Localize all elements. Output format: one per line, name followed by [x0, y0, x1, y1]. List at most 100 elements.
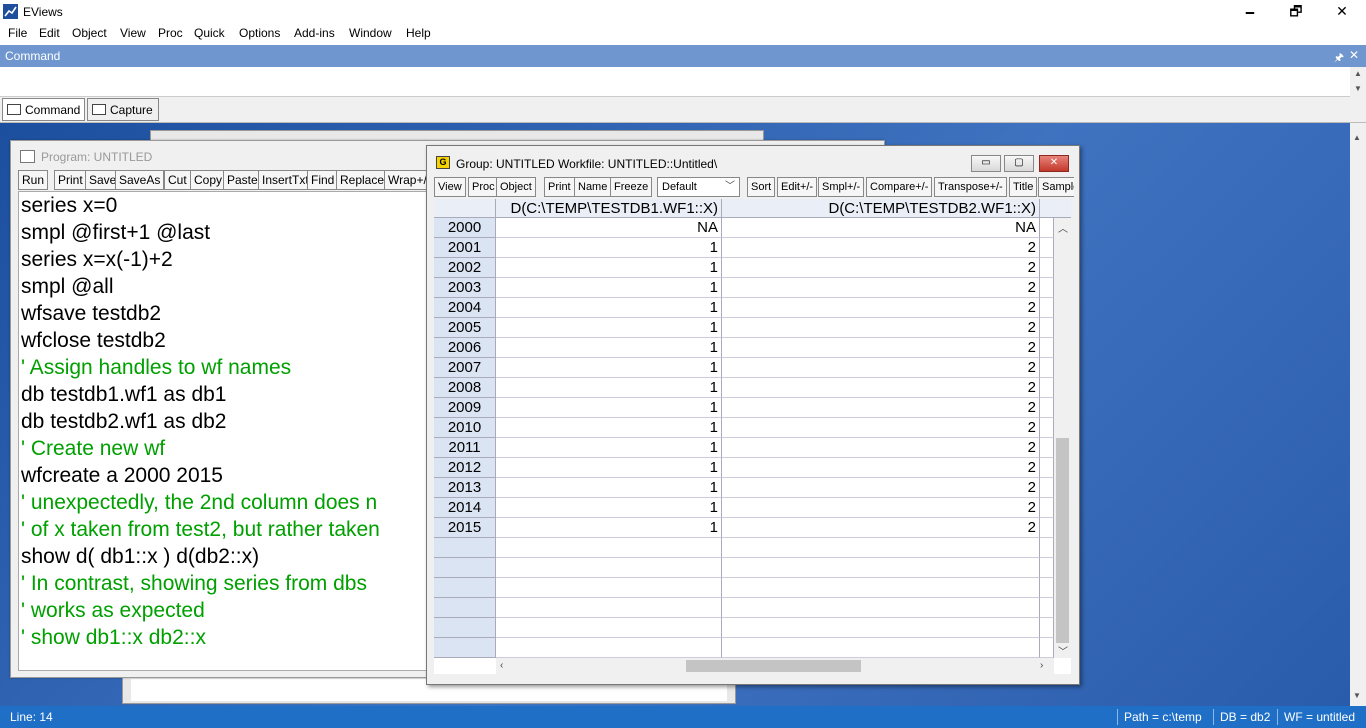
grid-cell[interactable]: 1 — [496, 238, 722, 258]
row-header[interactable]: 2012 — [434, 458, 496, 478]
row-header[interactable]: 2000 — [434, 218, 496, 238]
grid-horizontal-thumb[interactable] — [686, 660, 861, 672]
row-header[interactable]: 2010 — [434, 418, 496, 438]
sort-button[interactable]: Sort — [747, 177, 776, 197]
menu-options[interactable]: Options — [239, 26, 280, 40]
menu-object[interactable]: Object — [72, 26, 107, 40]
row-header[interactable]: 2003 — [434, 278, 496, 298]
grid-cell[interactable]: 2 — [722, 258, 1040, 278]
scroll-left-icon[interactable]: ‹ — [500, 660, 503, 671]
grid-cell[interactable]: 2 — [722, 318, 1040, 338]
grid-cell[interactable] — [1040, 598, 1054, 618]
grid-cell[interactable] — [722, 618, 1040, 638]
group-minimize-button[interactable]: ▭ — [971, 155, 1001, 172]
grid-cell[interactable] — [722, 538, 1040, 558]
row-header[interactable]: 2004 — [434, 298, 496, 318]
grid-cell[interactable]: 2 — [722, 298, 1040, 318]
row-header[interactable]: 2001 — [434, 238, 496, 258]
grid-cell[interactable] — [1040, 438, 1054, 458]
command-close-icon[interactable]: ✕ — [1349, 48, 1359, 62]
grid-cell[interactable] — [722, 638, 1040, 658]
name-button[interactable]: Name — [574, 177, 612, 197]
grid-cell[interactable] — [1040, 318, 1054, 338]
smpl-toggle-button[interactable]: Smpl+/- — [818, 177, 865, 197]
grid-cell[interactable]: 1 — [496, 398, 722, 418]
group-spreadsheet[interactable]: D(C:\TEMP\TESTDB1.WF1::X) D(C:\TEMP\TEST… — [434, 199, 1071, 674]
grid-cell[interactable] — [1040, 418, 1054, 438]
print-button[interactable]: Print — [54, 170, 87, 190]
grid-vertical-thumb[interactable] — [1056, 438, 1069, 643]
copy-button[interactable]: Copy — [190, 170, 227, 190]
menu-file[interactable]: File — [8, 26, 27, 40]
menu-add-ins[interactable]: Add-ins — [294, 26, 335, 40]
grid-cell[interactable] — [722, 598, 1040, 618]
grid-cell[interactable]: 2 — [722, 458, 1040, 478]
cut-button[interactable]: Cut — [164, 170, 191, 190]
display-format-select[interactable]: Default ﹀ — [657, 177, 740, 197]
grid-cell[interactable]: 1 — [496, 378, 722, 398]
row-header[interactable]: 2015 — [434, 518, 496, 538]
compare-toggle-button[interactable]: Compare+/- — [866, 177, 933, 197]
scroll-up-icon[interactable]: ▲ — [1350, 69, 1366, 78]
grid-cell[interactable] — [496, 558, 722, 578]
row-header[interactable]: 2007 — [434, 358, 496, 378]
row-header[interactable]: 2006 — [434, 338, 496, 358]
grid-cell[interactable]: 1 — [496, 258, 722, 278]
row-header[interactable]: 2005 — [434, 318, 496, 338]
grid-cell[interactable]: 2 — [722, 498, 1040, 518]
grid-cell[interactable]: 2 — [722, 438, 1040, 458]
scroll-down-icon[interactable]: ▼ — [1353, 691, 1361, 700]
command-scrollbar[interactable]: ▲ ▼ — [1350, 67, 1366, 97]
grid-cell[interactable]: 1 — [496, 298, 722, 318]
grid-cell[interactable]: 2 — [722, 418, 1040, 438]
restore-button[interactable]: 🗗 — [1273, 0, 1319, 23]
grid-cell[interactable]: 1 — [496, 478, 722, 498]
grid-cell[interactable] — [1040, 338, 1054, 358]
grid-cell[interactable]: 1 — [496, 278, 722, 298]
grid-cell[interactable]: 2 — [722, 238, 1040, 258]
scroll-up-icon[interactable]: ▲ — [1353, 133, 1361, 142]
print-button[interactable]: Print — [544, 177, 575, 197]
column-header-2[interactable]: D(C:\TEMP\TESTDB2.WF1::X) — [722, 199, 1040, 218]
grid-cell[interactable]: NA — [496, 218, 722, 238]
grid-cell[interactable]: 1 — [496, 438, 722, 458]
menu-view[interactable]: View — [120, 26, 146, 40]
row-header[interactable]: 2013 — [434, 478, 496, 498]
group-window[interactable]: G Group: UNTITLED Workfile: UNTITLED::Un… — [426, 145, 1080, 685]
grid-cell[interactable] — [1040, 398, 1054, 418]
menu-quick[interactable]: Quick — [194, 26, 225, 40]
view-button[interactable]: View — [434, 177, 466, 197]
grid-cell[interactable]: 2 — [722, 358, 1040, 378]
transpose-toggle-button[interactable]: Transpose+/- — [934, 177, 1007, 197]
grid-cell[interactable]: 1 — [496, 338, 722, 358]
grid-cell[interactable]: 1 — [496, 318, 722, 338]
tab-command[interactable]: Command — [2, 98, 85, 121]
row-header[interactable] — [434, 578, 496, 598]
grid-cell[interactable] — [1040, 558, 1054, 578]
run-button[interactable]: Run — [18, 170, 49, 190]
grid-cell[interactable] — [1040, 638, 1054, 658]
grid-cell[interactable]: 2 — [722, 518, 1040, 538]
grid-cell[interactable]: 1 — [496, 458, 722, 478]
grid-cell[interactable] — [496, 638, 722, 658]
grid-cell[interactable] — [1040, 378, 1054, 398]
grid-cell[interactable] — [496, 598, 722, 618]
grid-cell[interactable] — [1040, 458, 1054, 478]
grid-cell[interactable] — [1040, 358, 1054, 378]
grid-cell[interactable] — [1040, 578, 1054, 598]
row-header[interactable]: 2008 — [434, 378, 496, 398]
row-header[interactable] — [434, 638, 496, 658]
minimize-button[interactable]: 🗕 — [1227, 0, 1273, 23]
row-header[interactable]: 2002 — [434, 258, 496, 278]
grid-cell[interactable] — [1040, 278, 1054, 298]
command-input[interactable] — [0, 67, 1350, 97]
freeze-button[interactable]: Freeze — [610, 177, 653, 197]
find-button[interactable]: Find — [307, 170, 339, 190]
tab-capture[interactable]: Capture — [87, 98, 159, 121]
row-header[interactable] — [434, 598, 496, 618]
pin-icon[interactable]: 🖈 — [1334, 49, 1344, 68]
scroll-right-icon[interactable]: › — [1040, 660, 1043, 671]
row-header[interactable] — [434, 558, 496, 578]
grid-cell[interactable] — [1040, 618, 1054, 638]
grid-cell[interactable]: 1 — [496, 418, 722, 438]
